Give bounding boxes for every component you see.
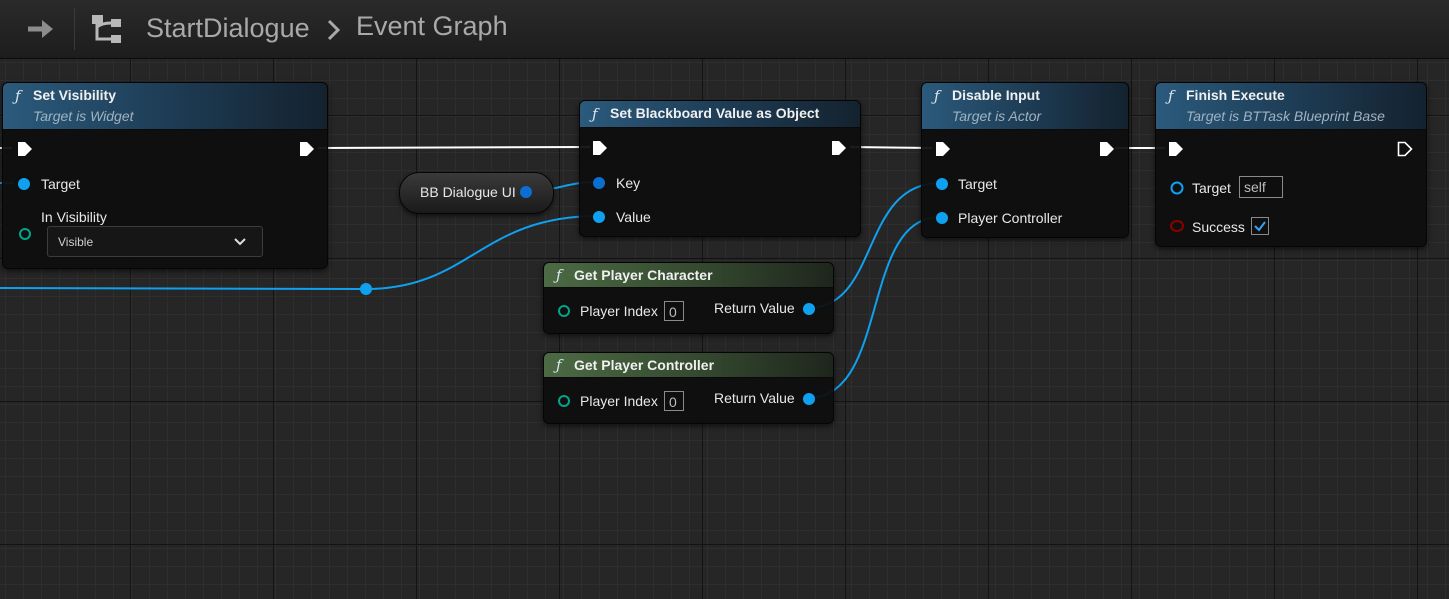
target-pin[interactable] xyxy=(17,177,33,191)
disable-input-node[interactable]: ƒ Disable Input Target is Actor Target P… xyxy=(921,82,1129,238)
node-title: Disable Input xyxy=(952,87,1040,103)
player-controller-pin[interactable] xyxy=(935,211,951,225)
exec-out-pin[interactable] xyxy=(1099,141,1115,157)
set-visibility-node[interactable]: ƒ Set Visibility Target is Widget Target… xyxy=(2,82,328,269)
exec-in-pin[interactable] xyxy=(592,140,608,156)
toolbar-divider xyxy=(74,8,75,50)
node-subtitle: Target is Widget xyxy=(33,108,134,124)
target-label: Target xyxy=(958,176,997,192)
node-subtitle: Target is Actor xyxy=(952,108,1042,124)
function-icon: ƒ xyxy=(1168,87,1174,105)
node-header: ƒ Get Player Controller xyxy=(544,353,833,378)
function-icon: ƒ xyxy=(934,87,940,105)
node-title: Finish Execute xyxy=(1186,87,1285,103)
in-visibility-pin[interactable] xyxy=(17,226,33,242)
return-value-label: Return Value xyxy=(714,390,795,406)
target-pin[interactable] xyxy=(1169,180,1185,196)
node-title: Set Blackboard Value as Object xyxy=(610,105,820,121)
success-label: Success xyxy=(1192,219,1245,235)
target-label: Target xyxy=(41,176,80,192)
target-label: Target xyxy=(1192,180,1231,196)
exec-out-pin[interactable] xyxy=(831,140,847,156)
exec-in-pin[interactable] xyxy=(17,141,33,157)
exec-out-pin[interactable] xyxy=(1397,141,1413,157)
target-pin[interactable] xyxy=(935,177,951,191)
node-header: ƒ Disable Input Target is Actor xyxy=(922,83,1128,130)
value-label: Value xyxy=(616,209,651,225)
player-controller-label: Player Controller xyxy=(958,210,1063,226)
variable-label: BB Dialogue UI xyxy=(420,184,516,200)
success-checkbox[interactable] xyxy=(1251,217,1269,235)
function-icon: ƒ xyxy=(592,105,598,123)
bb-dialogue-ui-variable[interactable]: BB Dialogue UI xyxy=(399,172,554,214)
node-header: ƒ Set Visibility Target is Widget xyxy=(3,83,327,130)
key-label: Key xyxy=(616,175,641,191)
exec-in-pin[interactable] xyxy=(1168,141,1184,157)
breadcrumb-chevron-icon xyxy=(327,19,341,41)
graph-toolbar: StartDialogue Event Graph xyxy=(0,0,1449,59)
return-value-pin[interactable] xyxy=(801,302,817,316)
node-title: Get Player Controller xyxy=(574,357,715,373)
value-pin[interactable] xyxy=(592,210,608,224)
get-player-controller-node[interactable]: ƒ Get Player Controller Player Index 0 R… xyxy=(543,352,834,424)
node-subtitle: Target is BTTask Blueprint Base xyxy=(1186,108,1385,124)
get-player-character-node[interactable]: ƒ Get Player Character Player Index 0 Re… xyxy=(543,262,834,334)
node-title: Get Player Character xyxy=(574,267,713,283)
exec-in-pin[interactable] xyxy=(935,141,951,157)
function-icon: ƒ xyxy=(556,266,562,284)
visibility-dropdown[interactable]: Visible xyxy=(47,226,263,257)
player-index-input[interactable]: 0 xyxy=(664,301,684,321)
exec-out-pin[interactable] xyxy=(299,141,315,157)
node-header: ƒ Get Player Character xyxy=(544,263,833,288)
back-arrow-icon[interactable] xyxy=(26,16,56,42)
exec-wire xyxy=(849,146,933,149)
node-header: ƒ Finish Execute Target is BTTask Bluepr… xyxy=(1156,83,1426,130)
object-wire xyxy=(0,287,367,290)
checkmark-icon xyxy=(1254,221,1266,232)
player-index-input[interactable]: 0 xyxy=(664,391,684,411)
blueprint-graph-icon xyxy=(92,15,121,43)
player-index-pin[interactable] xyxy=(556,303,572,319)
node-header: ƒ Set Blackboard Value as Object xyxy=(580,101,860,128)
return-value-label: Return Value xyxy=(714,300,795,316)
exec-wire xyxy=(317,146,591,149)
player-index-pin[interactable] xyxy=(556,393,572,409)
return-value-pin[interactable] xyxy=(801,392,817,406)
variable-out-pin[interactable] xyxy=(518,185,534,199)
dropdown-chevron-icon xyxy=(234,238,246,246)
in-visibility-label: In Visibility xyxy=(41,209,107,225)
set-blackboard-value-node[interactable]: ƒ Set Blackboard Value as Object Key Val… xyxy=(579,100,861,237)
key-pin[interactable] xyxy=(592,176,608,190)
breadcrumb-graph[interactable]: Event Graph xyxy=(356,11,508,42)
target-self-input[interactable]: self xyxy=(1239,176,1283,198)
reroute-knot xyxy=(360,283,372,295)
player-index-label: Player Index xyxy=(580,303,658,319)
node-title: Set Visibility xyxy=(33,87,116,103)
function-icon: ƒ xyxy=(556,356,562,374)
breadcrumb-blueprint[interactable]: StartDialogue xyxy=(146,13,310,44)
visibility-value: Visible xyxy=(58,235,94,249)
success-pin[interactable] xyxy=(1169,219,1185,233)
function-icon: ƒ xyxy=(15,87,21,105)
finish-execute-node[interactable]: ƒ Finish Execute Target is BTTask Bluepr… xyxy=(1155,82,1427,247)
player-index-label: Player Index xyxy=(580,393,658,409)
